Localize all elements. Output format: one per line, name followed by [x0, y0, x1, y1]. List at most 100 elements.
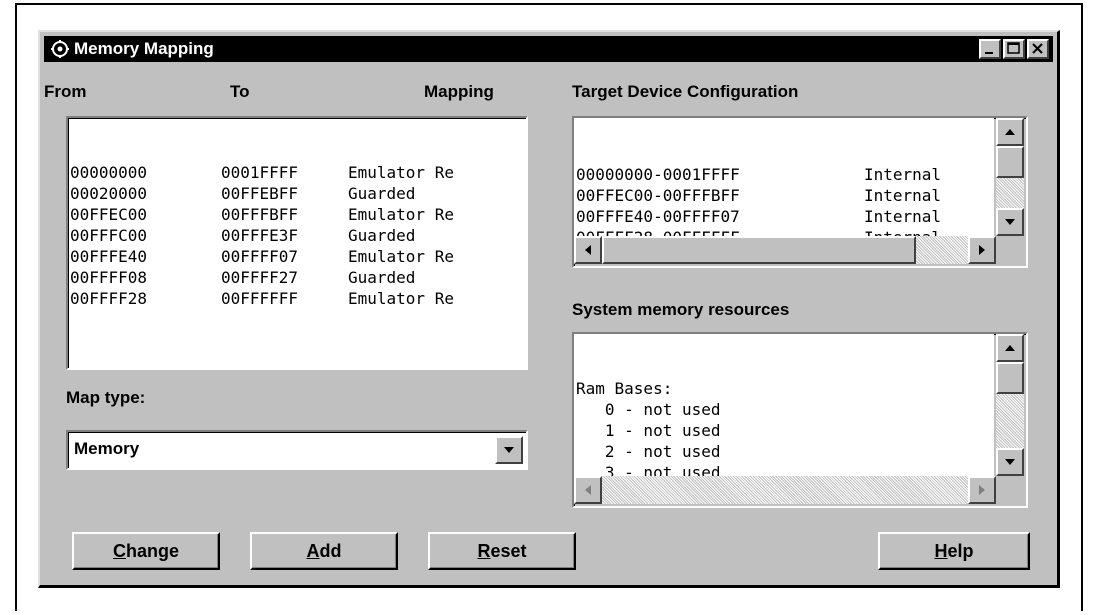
target-type-cell: Internal: [864, 165, 942, 184]
mapping-type-cell: Emulator Re: [348, 163, 454, 182]
title-bar[interactable]: Memory Mapping: [44, 36, 1053, 62]
mapping-type-cell: Guarded: [348, 226, 416, 245]
target-range-cell: 00000000-0001FFFF: [576, 165, 740, 184]
help-button-mnemonic: H: [934, 540, 948, 561]
mapping-to-cell: 00FFFE3F: [221, 226, 299, 245]
map-type-select[interactable]: Memory: [66, 430, 528, 470]
reset-button[interactable]: Reset: [428, 532, 576, 570]
help-button[interactable]: Help: [878, 532, 1030, 570]
add-button-label: dd: [319, 540, 342, 561]
map-type-dropdown-button[interactable]: [495, 436, 523, 464]
target-type-cell: Internal: [864, 227, 941, 236]
scroll-thumb[interactable]: [996, 362, 1024, 394]
mapping-list[interactable]: 00000000 0001FFFF Emulator Re 00020000 00FFE…: [66, 116, 528, 370]
close-button[interactable]: [1027, 39, 1049, 59]
change-button-mnemonic: C: [112, 540, 126, 561]
scroll-left-button[interactable]: [574, 476, 602, 504]
scroll-up-button[interactable]: [996, 118, 1024, 146]
change-button-label: hange: [125, 540, 179, 561]
add-button-mnemonic: A: [306, 540, 320, 561]
mapping-row[interactable]: 00020000 00FFEBFF Guarded: [70, 183, 526, 204]
scroll-down-button[interactable]: [996, 448, 1024, 476]
mapping-row[interactable]: 00FFEC00 00FFFBFF Emulator Re: [70, 204, 526, 225]
mapping-row[interactable]: 00FFFC00 00FFFE3F Guarded: [70, 225, 526, 246]
window-title: Memory Mapping: [74, 39, 214, 58]
system-resource-line: 2 - not used: [576, 442, 721, 461]
memory-mapping-app-icon: [51, 40, 69, 58]
chevron-down-icon: [504, 447, 514, 453]
close-icon: [1032, 43, 1043, 54]
mapping-type-cell: Emulator Re: [348, 289, 454, 308]
reset-button-label: eset: [490, 540, 527, 561]
mapping-type-cell: Emulator Re: [348, 205, 454, 224]
system-vertical-scrollbar[interactable]: [996, 334, 1024, 476]
mapping-to-cell: 0001FFFF: [221, 163, 299, 182]
map-type-label: Map type:: [66, 388, 146, 407]
horizontal-scroll-track[interactable]: [602, 476, 968, 504]
mapping-row[interactable]: 00000000 0001FFFF Emulator Re: [70, 162, 526, 183]
system-resource-line: 3 - not used: [576, 463, 721, 476]
minimize-button[interactable]: [979, 39, 1001, 59]
horizontal-scroll-thumb[interactable]: [602, 236, 916, 264]
scroll-left-button[interactable]: [574, 236, 602, 264]
scroll-up-button[interactable]: [996, 334, 1024, 362]
target-device-config-label: Target Device Configuration: [572, 82, 799, 101]
arrow-right-icon: [979, 245, 985, 255]
add-button[interactable]: Add: [250, 532, 398, 570]
scrollbar-corner: [996, 236, 1024, 264]
mapping-type-cell: Guarded: [348, 184, 416, 203]
mapping-row[interactable]: 00FFFF08 00FFFF27 Guarded: [70, 267, 526, 288]
system-memory-resources-label: System memory resources: [572, 300, 790, 319]
change-button[interactable]: Change: [72, 532, 220, 570]
minimize-icon: [985, 52, 993, 54]
arrow-up-icon: [1005, 129, 1015, 135]
scroll-down-button[interactable]: [996, 208, 1024, 236]
mapping-row[interactable]: 00FFFE40 00FFFF07 Emulator Re: [70, 246, 526, 267]
system-resource-line: 0 - not used: [576, 400, 721, 419]
mapping-to-cell: 00FFFF27: [221, 268, 299, 287]
mapping-to-cell: 00FFFF07: [221, 247, 299, 266]
scroll-track[interactable]: [996, 394, 1024, 448]
target-config-row[interactable]: 00FFFE40-00FFFF07 Internal: [576, 206, 994, 227]
mapping-from-cell: 00FFFC00: [70, 226, 148, 245]
system-memory-resources-list[interactable]: Ram Bases: 0 - not used 1 - not used 2 -…: [572, 332, 1028, 508]
scroll-track[interactable]: [996, 178, 1024, 208]
from-column-header: From: [44, 82, 87, 101]
maximize-button[interactable]: [1003, 39, 1025, 59]
target-device-config-list[interactable]: 00000000-0001FFFF Internal 00FFEC00-00FFFB…: [572, 116, 1028, 268]
target-range-cell: 00FFEC00-00FFFBFF: [576, 186, 740, 205]
arrow-right-icon: [979, 485, 985, 495]
system-resource-line: Ram Bases:: [576, 379, 673, 398]
arrow-left-icon: [585, 485, 591, 495]
arrow-down-icon: [1005, 219, 1015, 225]
mapping-from-cell: 00FFEC00: [70, 205, 148, 224]
mapping-column-header: Mapping: [424, 82, 494, 101]
reset-button-mnemonic: R: [477, 540, 491, 561]
target-config-row[interactable]: 00000000-0001FFFF Internal: [576, 164, 994, 185]
to-column-header: To: [230, 82, 250, 101]
mapping-type-cell: Emulator Re: [348, 247, 454, 266]
mapping-row[interactable]: 00FFFF28 00FFFFFF Emulator Re: [70, 288, 526, 309]
scroll-right-button[interactable]: [968, 476, 996, 504]
scroll-right-button[interactable]: [968, 236, 996, 264]
target-config-row[interactable]: 00FFEC00-00FFFBFF Internal: [576, 185, 994, 206]
target-type-cell: Internal: [864, 207, 942, 226]
memory-mapping-dialog: Memory Mapping From To Mapping 00000000 0…: [38, 30, 1060, 588]
scrollbar-corner: [996, 476, 1024, 504]
mapping-from-cell: 00FFFF08: [70, 268, 148, 287]
mapping-to-cell: 00FFEBFF: [221, 184, 299, 203]
target-range-cell: 00FFFE40-00FFFF07: [576, 207, 740, 226]
scroll-thumb[interactable]: [996, 146, 1024, 178]
mapping-from-cell: 00FFFF28: [70, 289, 148, 308]
target-vertical-scrollbar[interactable]: [996, 118, 1024, 236]
mapping-from-cell: 00FFFE40: [70, 247, 148, 266]
mapping-to-cell: 00FFFBFF: [221, 205, 299, 224]
target-config-row[interactable]: 00FFFF28-00FFFFFFInternal: [576, 227, 994, 236]
maximize-icon: [1007, 42, 1020, 54]
system-resource-line: 1 - not used: [576, 421, 721, 440]
target-type-cell: Internal: [864, 186, 942, 205]
horizontal-scroll-track[interactable]: [916, 236, 968, 264]
mapping-to-cell: 00FFFFFF: [221, 289, 299, 308]
arrow-down-icon: [1005, 459, 1015, 465]
map-type-value: Memory: [74, 439, 140, 458]
